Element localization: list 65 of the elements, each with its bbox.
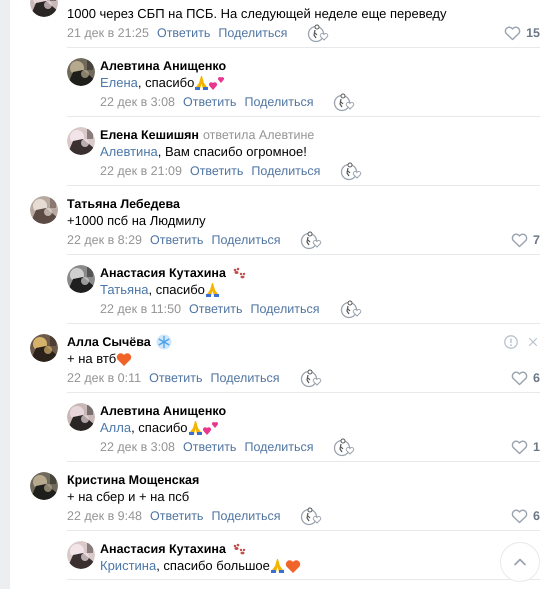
comment-date[interactable]: 21 дек в 21:25 xyxy=(67,23,149,43)
reply-link[interactable]: Ответить xyxy=(183,92,236,112)
share-link[interactable]: Поделиться xyxy=(251,161,320,181)
comment-text: + на сбер и + на псб xyxy=(67,488,190,506)
reply-link[interactable]: Ответить xyxy=(183,437,236,457)
share-link[interactable]: Поделиться xyxy=(250,299,320,319)
reaction-icon[interactable] xyxy=(300,368,322,388)
like-button[interactable]: 6 xyxy=(511,506,540,526)
comment-text: , спасибо xyxy=(138,74,194,92)
author-name[interactable]: Алла Сычёва xyxy=(67,334,151,350)
comment-date[interactable]: 22 дек в 3:08 xyxy=(100,437,176,457)
comment-date[interactable]: 22 дек в 3:08 xyxy=(100,92,176,112)
reaction-icon[interactable] xyxy=(333,92,356,112)
comment-date[interactable]: 22 дек в 21:09 xyxy=(100,161,182,181)
like-button[interactable]: 1 xyxy=(511,437,540,457)
author-name[interactable]: Елена Кешишян xyxy=(100,127,199,143)
heart-outline-icon xyxy=(511,370,528,386)
comment-date[interactable]: 22 дек в 11:50 xyxy=(100,299,182,319)
share-link[interactable]: Поделиться xyxy=(210,368,280,388)
reaction-icon[interactable] xyxy=(340,161,362,181)
mention-link[interactable]: Алевтина xyxy=(100,143,158,161)
reaction-icon[interactable] xyxy=(300,230,322,250)
author-name[interactable]: Алевтина Анищенко xyxy=(100,58,226,74)
like-button[interactable]: 7 xyxy=(511,230,540,250)
share-link[interactable]: Поделиться xyxy=(218,23,288,43)
reply-link[interactable]: Ответить xyxy=(189,299,242,319)
reply-link[interactable]: Ответить xyxy=(150,230,204,250)
share-link[interactable]: Поделиться xyxy=(211,230,280,250)
author-name[interactable]: Анастасия Кутахина xyxy=(100,265,226,281)
reply-note: ответила Алевтине xyxy=(203,127,314,143)
comment-text: , спасибо xyxy=(131,419,188,437)
reaction-icon[interactable] xyxy=(333,437,356,457)
author-name[interactable]: Алевтина Анищенко xyxy=(100,403,226,419)
comment-text: + на втб xyxy=(67,350,116,368)
comment-text: +1000 псб на Людмилу xyxy=(67,212,206,230)
share-link[interactable]: Поделиться xyxy=(244,437,314,457)
reply-link[interactable]: Ответить xyxy=(149,368,203,388)
comment-date[interactable]: 22 дек в 0:11 xyxy=(67,368,142,388)
comment-text: , спасибо большое xyxy=(156,557,270,575)
author-name[interactable]: Татьяна Лебедева xyxy=(67,196,180,212)
heart-outline-icon xyxy=(504,26,522,40)
mention-link[interactable]: Кристина xyxy=(100,557,156,575)
comment-text: , Вам спасибо огромное! xyxy=(158,143,307,161)
reply-link[interactable]: Ответить xyxy=(190,161,244,181)
mention-link[interactable]: Елена xyxy=(100,74,138,92)
reply-link[interactable]: Ответить xyxy=(156,23,210,43)
heart-outline-icon xyxy=(511,508,528,524)
heart-outline-icon xyxy=(511,440,528,454)
share-link[interactable]: Поделиться xyxy=(211,506,280,526)
reaction-icon[interactable] xyxy=(307,23,330,43)
reaction-icon[interactable] xyxy=(340,299,362,319)
reaction-icon[interactable] xyxy=(300,506,322,526)
comment-text: , спасибо xyxy=(148,281,205,299)
like-button[interactable]: 6 xyxy=(511,368,540,388)
mention-link[interactable]: Татьяна xyxy=(100,281,148,299)
comment-date[interactable]: 22 дек в 8:29 xyxy=(67,230,142,250)
author-name[interactable]: Кристина Мощенская xyxy=(67,472,200,488)
reply-link[interactable]: Ответить xyxy=(150,506,204,526)
comment-date[interactable]: 22 дек в 9:48 xyxy=(67,506,142,526)
comment-text: 1000 через СБП на ПСБ. На следующей неделе еще переведу xyxy=(67,5,446,23)
like-button[interactable]: 15 xyxy=(504,23,540,43)
author-name[interactable]: Анастасия Кутахина xyxy=(100,541,226,557)
heart-outline-icon xyxy=(511,232,528,248)
mention-link[interactable]: Алла xyxy=(100,419,132,437)
share-link[interactable]: Поделиться xyxy=(244,92,314,112)
